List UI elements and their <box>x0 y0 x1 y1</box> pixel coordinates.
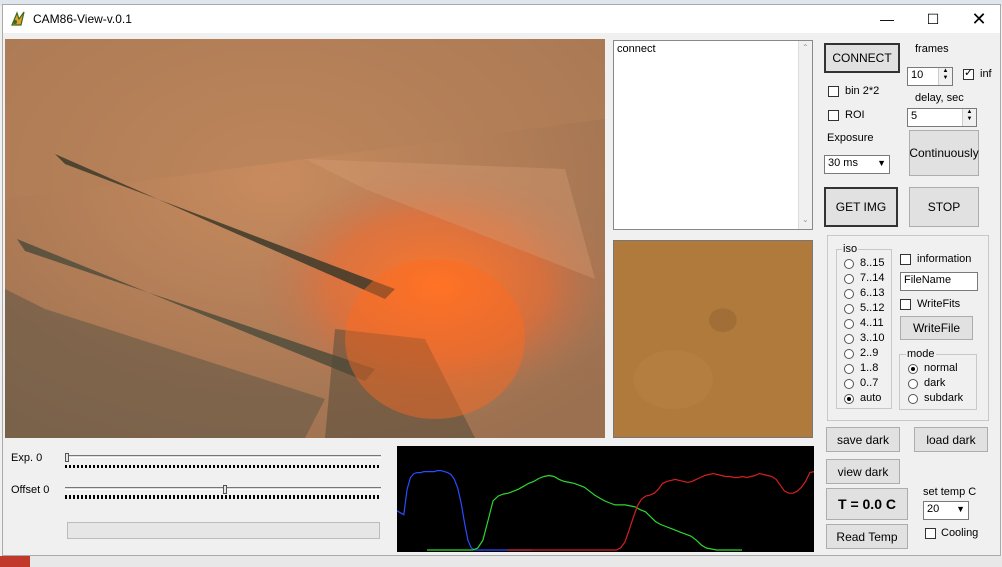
iso-radio-1[interactable] <box>844 274 854 284</box>
inf-checkbox[interactable] <box>963 66 974 80</box>
mode-option-label: subdark <box>924 392 964 404</box>
taskbar-item <box>0 556 30 567</box>
app-window: CAM86-View-v.0.1 — ☐ ✕ connect ⌃ ⌄ CONNE… <box>2 4 1001 556</box>
taskbar-strip <box>0 556 1002 567</box>
iso-radio-9[interactable] <box>844 394 854 404</box>
iso-option-label: 3..10 <box>860 332 885 344</box>
log-textbox[interactable]: connect ⌃ ⌄ <box>613 40 813 230</box>
offset-slider-label: Offset 0 <box>11 484 50 496</box>
iso-option-label: auto <box>860 392 882 404</box>
frames-value: 10 <box>911 69 924 81</box>
bin-checkbox[interactable] <box>828 86 839 97</box>
roi-checkbox[interactable] <box>828 110 839 121</box>
scroll-up-icon[interactable]: ⌃ <box>802 43 809 52</box>
stop-button[interactable]: STOP <box>909 187 979 227</box>
iso-radio-5[interactable] <box>844 334 854 344</box>
histogram-series-2 <box>507 471 814 551</box>
frames-spinner[interactable]: ▲ ▼ <box>938 68 952 85</box>
chevron-down-icon: ▼ <box>956 504 965 514</box>
writefits-checkbox[interactable] <box>900 299 911 310</box>
iso-option-label: 0..7 <box>860 377 879 389</box>
log-text: connect <box>617 43 656 55</box>
delay-value: 5 <box>911 110 918 122</box>
close-icon[interactable]: ✕ <box>956 5 1002 33</box>
filename-input[interactable]: FileName <box>900 272 978 291</box>
iso-option-label: 7..14 <box>860 272 885 284</box>
histogram-series-0 <box>397 470 532 551</box>
roi-label: ROI <box>845 109 865 121</box>
view-dark-button[interactable]: view dark <box>826 459 900 484</box>
title-bar: CAM86-View-v.0.1 — ☐ ✕ <box>3 5 1000 33</box>
window-title: CAM86-View-v.0.1 <box>33 12 132 26</box>
progress-bar <box>67 522 380 539</box>
zoom-preview <box>613 240 813 438</box>
information-label: information <box>917 253 972 265</box>
iso-option-label: 5..12 <box>860 302 885 314</box>
writefile-button[interactable]: WriteFile <box>900 316 973 340</box>
mode-option-label: normal <box>924 362 958 374</box>
histogram-series-1 <box>427 474 742 551</box>
chevron-down-icon: ▼ <box>877 158 886 168</box>
iso-radio-7[interactable] <box>844 364 854 374</box>
connect-button[interactable]: CONNECT <box>824 43 900 73</box>
histogram-chart <box>397 446 814 552</box>
frames-input[interactable]: 10 ▲ ▼ <box>907 67 953 86</box>
information-checkbox[interactable] <box>900 254 911 265</box>
delay-spinner[interactable]: ▲ ▼ <box>962 109 976 126</box>
iso-radio-6[interactable] <box>844 349 854 359</box>
temperature-display: T = 0.0 C <box>826 488 908 520</box>
writefits-label: WriteFits <box>917 298 961 310</box>
iso-radio-2[interactable] <box>844 289 854 299</box>
mode-radio-normal[interactable] <box>908 364 918 374</box>
camera-image <box>5 39 605 438</box>
iso-option-label: 1..8 <box>860 362 879 374</box>
iso-option-label: 4..11 <box>860 317 884 329</box>
mode-option-label: dark <box>924 377 946 389</box>
exposure-slider[interactable] <box>65 453 381 469</box>
exposure-select[interactable]: 30 ms ▼ <box>824 155 890 174</box>
app-icon <box>11 11 25 26</box>
set-temp-label: set temp C <box>923 486 977 498</box>
bin-label: bin 2*2 <box>845 85 880 97</box>
exposure-slider-label: Exp. 0 <box>11 452 43 464</box>
continuously-button[interactable]: Continuously <box>909 130 979 176</box>
iso-radio-8[interactable] <box>844 379 854 389</box>
log-scrollbar[interactable]: ⌃ ⌄ <box>798 41 812 229</box>
iso-option-label: 8..15 <box>860 257 885 269</box>
iso-option-label: 2..9 <box>860 347 879 359</box>
iso-radio-0[interactable] <box>844 259 854 269</box>
iso-option-label: 6..13 <box>860 287 885 299</box>
minimize-icon[interactable]: — <box>864 5 910 33</box>
cooling-checkbox[interactable] <box>925 528 936 539</box>
inf-label: inf <box>980 68 992 80</box>
exposure-slider-thumb[interactable] <box>65 453 69 462</box>
iso-label: iso <box>842 243 859 255</box>
cooling-label: Cooling <box>941 527 979 539</box>
offset-slider[interactable] <box>65 485 381 501</box>
scroll-down-icon[interactable]: ⌄ <box>802 215 809 224</box>
set-temp-select[interactable]: 20 ▼ <box>923 501 969 520</box>
exposure-label: Exposure <box>827 132 874 144</box>
mode-radio-dark[interactable] <box>908 379 918 389</box>
iso-radio-4[interactable] <box>844 319 854 329</box>
load-dark-button[interactable]: load dark <box>914 427 988 452</box>
maximize-icon[interactable]: ☐ <box>910 5 956 33</box>
delay-input[interactable]: 5 ▲ ▼ <box>907 108 977 127</box>
set-temp-value: 20 <box>927 503 940 515</box>
frames-label: frames <box>915 43 949 55</box>
read-temp-button[interactable]: Read Temp <box>826 524 908 549</box>
mode-radio-subdark[interactable] <box>908 394 918 404</box>
exposure-value: 30 ms <box>828 157 858 169</box>
save-dark-button[interactable]: save dark <box>826 427 900 452</box>
iso-radio-3[interactable] <box>844 304 854 314</box>
mode-label: mode <box>906 348 936 360</box>
offset-slider-thumb[interactable] <box>223 485 227 494</box>
delay-label: delay, sec <box>915 92 964 104</box>
get-img-button[interactable]: GET IMG <box>824 187 898 227</box>
